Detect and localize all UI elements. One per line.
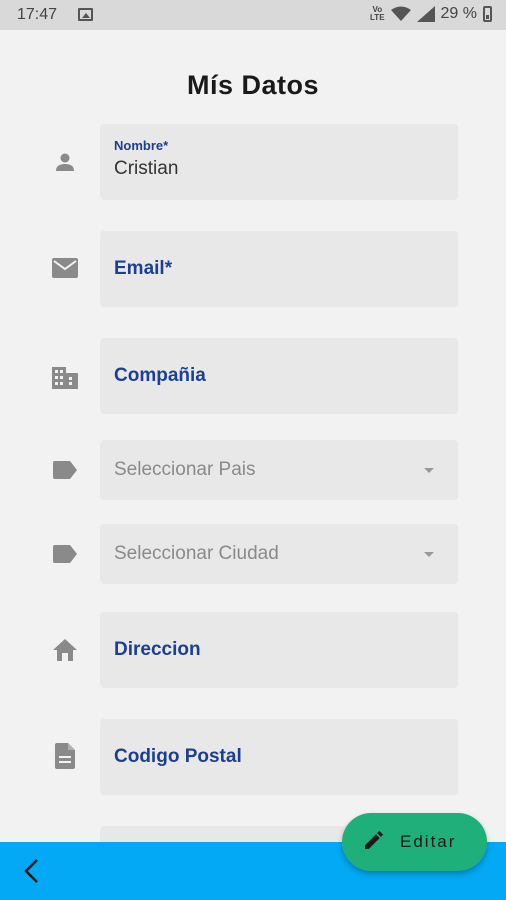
chevron-down-icon bbox=[424, 468, 434, 473]
pais-row: Seleccionar Pais bbox=[0, 440, 506, 500]
ciudad-placeholder: Seleccionar Ciudad bbox=[114, 543, 279, 564]
home-icon bbox=[52, 637, 78, 663]
codigo-postal-label: Codigo Postal bbox=[114, 746, 242, 767]
wifi-icon bbox=[390, 6, 411, 21]
person-icon bbox=[52, 149, 78, 175]
status-bar: 17:47 Vo LTE 29 % bbox=[0, 0, 506, 30]
signal-icon bbox=[416, 6, 435, 22]
ciudad-row: Seleccionar Ciudad bbox=[0, 524, 506, 584]
volte-badge: Vo LTE bbox=[370, 5, 385, 22]
label-icon bbox=[52, 457, 78, 483]
page-title: Mís Datos bbox=[186, 70, 320, 100]
ciudad-select[interactable]: Seleccionar Ciudad bbox=[100, 524, 458, 584]
direccion-label: Direccion bbox=[114, 639, 201, 660]
battery-percent: 29 % bbox=[440, 5, 477, 22]
battery-icon bbox=[483, 6, 492, 22]
building-icon bbox=[52, 364, 78, 390]
editar-label: Editar bbox=[400, 832, 457, 851]
nombre-value: Cristian bbox=[114, 158, 179, 179]
compania-row: Compañia bbox=[0, 338, 506, 414]
compania-label: Compañia bbox=[114, 365, 206, 386]
pencil-icon bbox=[362, 828, 386, 857]
codigo-postal-row: Codigo Postal bbox=[0, 719, 506, 795]
label-icon bbox=[52, 541, 78, 567]
document-icon bbox=[52, 743, 78, 769]
nombre-label: Nombre* bbox=[114, 138, 169, 153]
email-row: Email* bbox=[0, 231, 506, 307]
codigo-postal-field[interactable]: Codigo Postal bbox=[100, 719, 458, 795]
pais-select[interactable]: Seleccionar Pais bbox=[100, 440, 458, 500]
nombre-field[interactable]: Nombre* Cristian bbox=[100, 124, 458, 200]
compania-field[interactable]: Compañia bbox=[100, 338, 458, 414]
email-label: Email* bbox=[114, 258, 173, 279]
image-icon bbox=[78, 8, 93, 21]
nombre-row: Nombre* Cristian bbox=[0, 124, 506, 200]
direccion-row: Direccion bbox=[0, 612, 506, 688]
mail-icon bbox=[52, 256, 78, 282]
status-time: 17:47 bbox=[17, 6, 58, 23]
pais-placeholder: Seleccionar Pais bbox=[114, 459, 256, 480]
chevron-left-icon[interactable] bbox=[18, 856, 44, 886]
editar-button[interactable]: Editar bbox=[342, 813, 487, 871]
email-field[interactable]: Email* bbox=[100, 231, 458, 307]
direccion-field[interactable]: Direccion bbox=[100, 612, 458, 688]
chevron-down-icon bbox=[424, 552, 434, 557]
status-icons: Vo LTE 29 % bbox=[370, 5, 492, 23]
